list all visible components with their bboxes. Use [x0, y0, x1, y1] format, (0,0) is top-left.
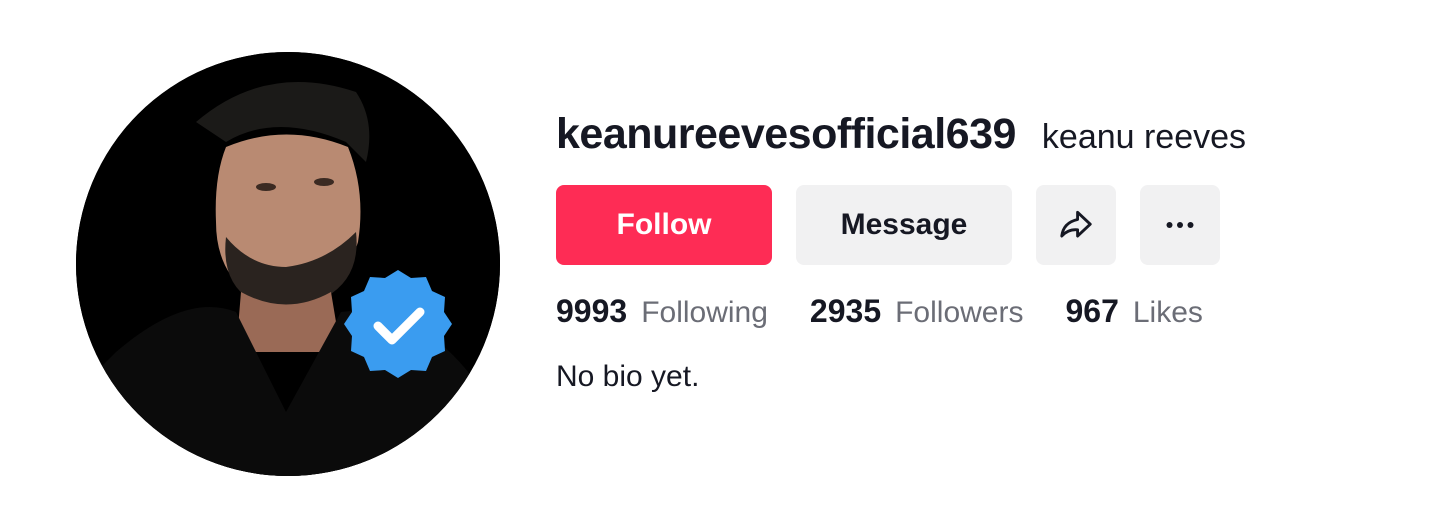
following-label: Following	[641, 296, 768, 329]
follow-button[interactable]: Follow	[556, 185, 772, 265]
profile-photo-image	[76, 52, 500, 476]
following-stat[interactable]: 9993 Following	[556, 293, 768, 330]
message-button[interactable]: Message	[796, 185, 1012, 265]
nickname: keanu reeves	[1041, 118, 1247, 156]
likes-count: 967	[1065, 293, 1119, 329]
following-count: 9993	[556, 293, 628, 329]
profile-bio: No bio yet.	[556, 360, 700, 393]
followers-stat[interactable]: 2935 Followers	[810, 293, 1024, 330]
username: keanureevesofficial639	[556, 110, 1016, 158]
profile-info: keanureevesofficial639 keanu reeves Foll…	[556, 110, 1246, 394]
likes-stat: 967 Likes	[1065, 293, 1202, 330]
more-options-button[interactable]	[1140, 185, 1220, 265]
more-icon	[1166, 222, 1194, 228]
action-buttons: Follow Message	[556, 185, 1246, 265]
share-icon	[1060, 210, 1092, 238]
followers-label: Followers	[895, 296, 1024, 329]
followers-count: 2935	[809, 293, 882, 329]
profile-avatar[interactable]	[76, 52, 500, 476]
profile-title-row: keanureevesofficial639 keanu reeves	[556, 110, 1246, 159]
profile-stats: 9993 Following 2935 Followers 967 Likes	[556, 293, 1246, 330]
share-button[interactable]	[1036, 185, 1116, 265]
likes-label: Likes	[1132, 296, 1203, 329]
